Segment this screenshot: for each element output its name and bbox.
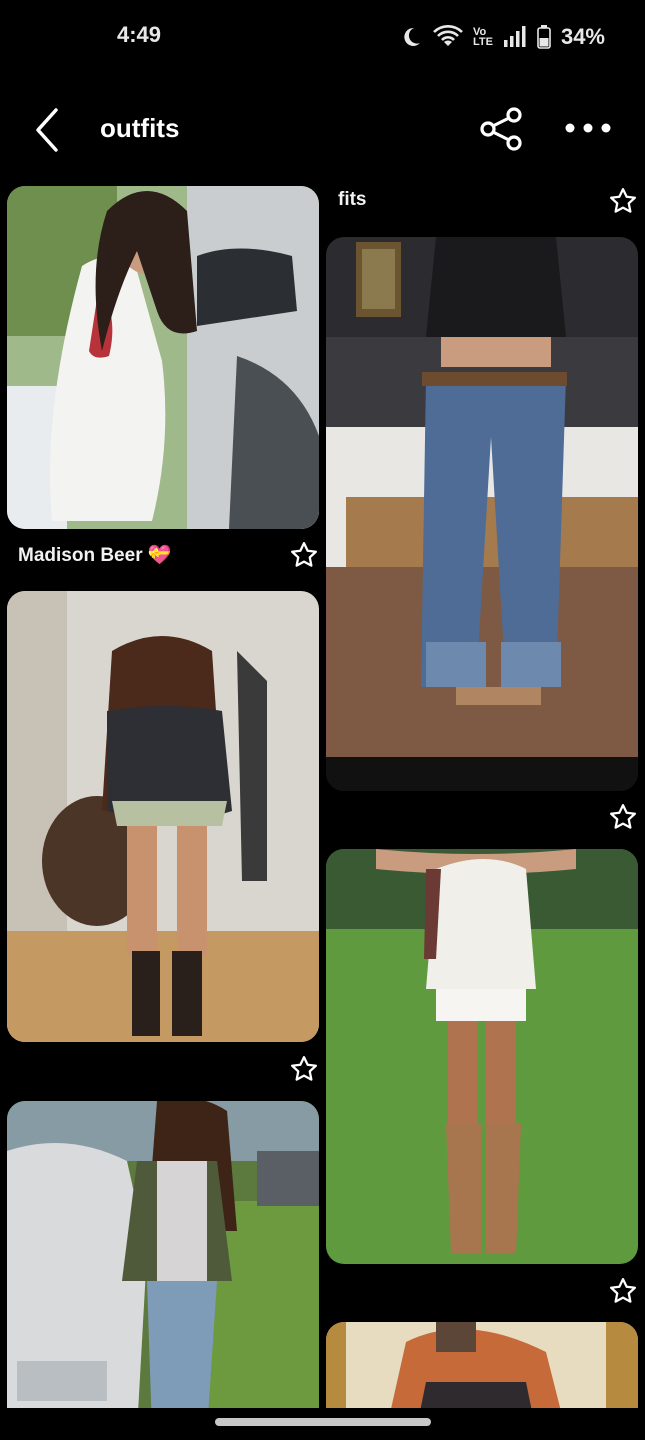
wifi-icon <box>433 25 463 49</box>
pin-image-street-outfit[interactable] <box>7 1101 319 1431</box>
pin-image-festival-boots[interactable] <box>326 849 638 1264</box>
share-icon <box>480 107 522 151</box>
board-title: outfits <box>100 113 180 143</box>
star-icon[interactable] <box>608 1276 638 1306</box>
share-button[interactable] <box>476 106 526 152</box>
star-icon[interactable] <box>608 186 638 216</box>
pin-caption-fits: fits <box>338 189 367 210</box>
star-icon[interactable] <box>608 802 638 832</box>
back-button[interactable] <box>24 104 72 156</box>
status-icons: Vo LTE 34% <box>399 24 605 50</box>
more-icon <box>565 123 611 133</box>
gift-heart-emoji: 💝 <box>147 545 172 566</box>
volte-icon: Vo LTE <box>472 26 493 48</box>
star-icon[interactable] <box>289 540 319 570</box>
status-time: 4:49 <box>117 22 162 47</box>
star-icon[interactable] <box>289 1054 319 1084</box>
battery-level: 34% <box>560 24 605 49</box>
back-arrow-icon <box>36 108 58 152</box>
pin-image-madison-beer[interactable] <box>7 186 319 529</box>
pin-image-baggy-jeans[interactable] <box>326 237 638 791</box>
more-options-button[interactable] <box>560 108 616 148</box>
pin-caption-madison-beer: Madison Beer 💝 <box>18 545 172 566</box>
signal-icon <box>503 26 527 48</box>
pin-image-mirror-selfie[interactable] <box>7 591 319 1042</box>
home-gesture-handle[interactable] <box>215 1418 431 1426</box>
battery-icon <box>537 25 551 49</box>
moon-icon <box>399 25 423 49</box>
